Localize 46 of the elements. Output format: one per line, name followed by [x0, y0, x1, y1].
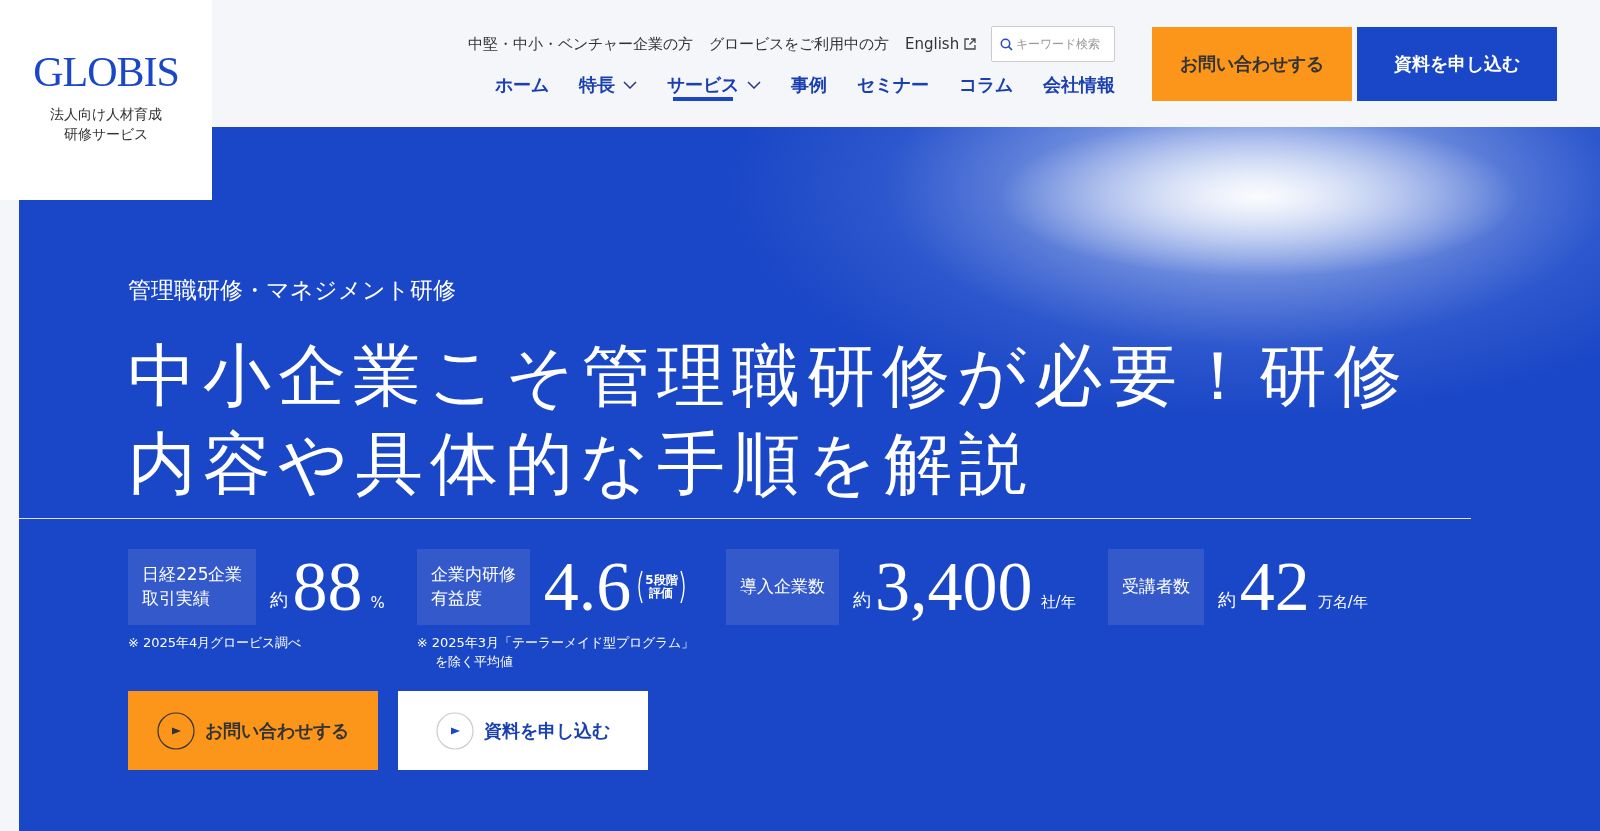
right-parenthesis-icon — [679, 570, 688, 604]
stat-label: 取引実績 — [142, 587, 211, 610]
stat-value: 42 — [1239, 552, 1310, 622]
utility-link[interactable]: グロービスをご利用中の方 — [709, 34, 889, 54]
stat-unit: 5段階 — [645, 574, 678, 587]
stat-label: 受講者数 — [1121, 575, 1190, 598]
nav-tab[interactable]: 事例 — [791, 73, 828, 106]
play-circle-icon — [436, 711, 474, 750]
stat-label: 導入企業数 — [740, 575, 826, 598]
request-button[interactable]: 資料を申し込む — [398, 691, 648, 770]
stat-prefix: 約 — [853, 588, 872, 612]
footnote: ※ 2025年3月「テーラーメイド型プログラム」 — [416, 634, 695, 652]
contact-button[interactable]: お問い合わせする — [1152, 27, 1353, 101]
utility-link[interactable]: English — [905, 35, 960, 53]
play-circle-icon — [157, 711, 195, 750]
stat-unit: 社/年 — [1040, 593, 1076, 612]
left-parenthesis-icon — [635, 570, 644, 604]
stat-value: 88 — [292, 552, 363, 622]
nav-tab[interactable]: ホーム — [495, 73, 550, 106]
category-label: 管理職研修・マネジメント研修 — [128, 279, 457, 302]
logo-tagline: 研修サービス — [63, 125, 149, 144]
stat-label: 有益度 — [430, 587, 483, 610]
utility-link[interactable]: 中堅・中小・ベンチャー企業の方 — [468, 34, 693, 54]
logo-wordmark[interactable]: GLOBIS — [33, 51, 179, 94]
stat-value: 4.6 — [543, 552, 632, 622]
nav-tab[interactable]: サービス — [667, 73, 762, 106]
nav-tab[interactable]: 特長 — [579, 73, 638, 106]
footnote: を除く平均値 — [433, 653, 514, 671]
page-title: 中小企業こそ管理職研修が必要！研修内容や具体的な手順を解説 — [128, 335, 1410, 505]
nav-tab[interactable]: 会社情報 — [1043, 73, 1116, 106]
stat-unit: 万名/年 — [1317, 593, 1368, 612]
footnote: ※ 2025年4月グロービス調べ — [128, 634, 303, 652]
stat-label: 日経225企業 — [142, 563, 243, 586]
stat-unit: 評価 — [648, 587, 674, 600]
stat-unit: % — [370, 594, 385, 612]
search-field[interactable]: キーワード検索 — [991, 26, 1116, 62]
contact-button[interactable]: お問い合わせする — [128, 691, 378, 770]
stat-value: 3,400 — [875, 552, 1033, 622]
logo-panel[interactable]: GLOBIS 法人向け人材育成 研修サービス — [0, 0, 212, 200]
logo-tagline: 法人向け人材育成 — [50, 105, 162, 125]
stat-label: 企業内研修 — [430, 563, 516, 586]
stat-prefix: 約 — [270, 588, 289, 612]
nav-tab[interactable]: コラム — [959, 73, 1014, 106]
request-button[interactable]: 資料を申し込む — [1357, 27, 1558, 101]
stat-prefix: 約 — [1217, 588, 1236, 612]
nav-tab[interactable]: セミナー — [857, 73, 930, 106]
